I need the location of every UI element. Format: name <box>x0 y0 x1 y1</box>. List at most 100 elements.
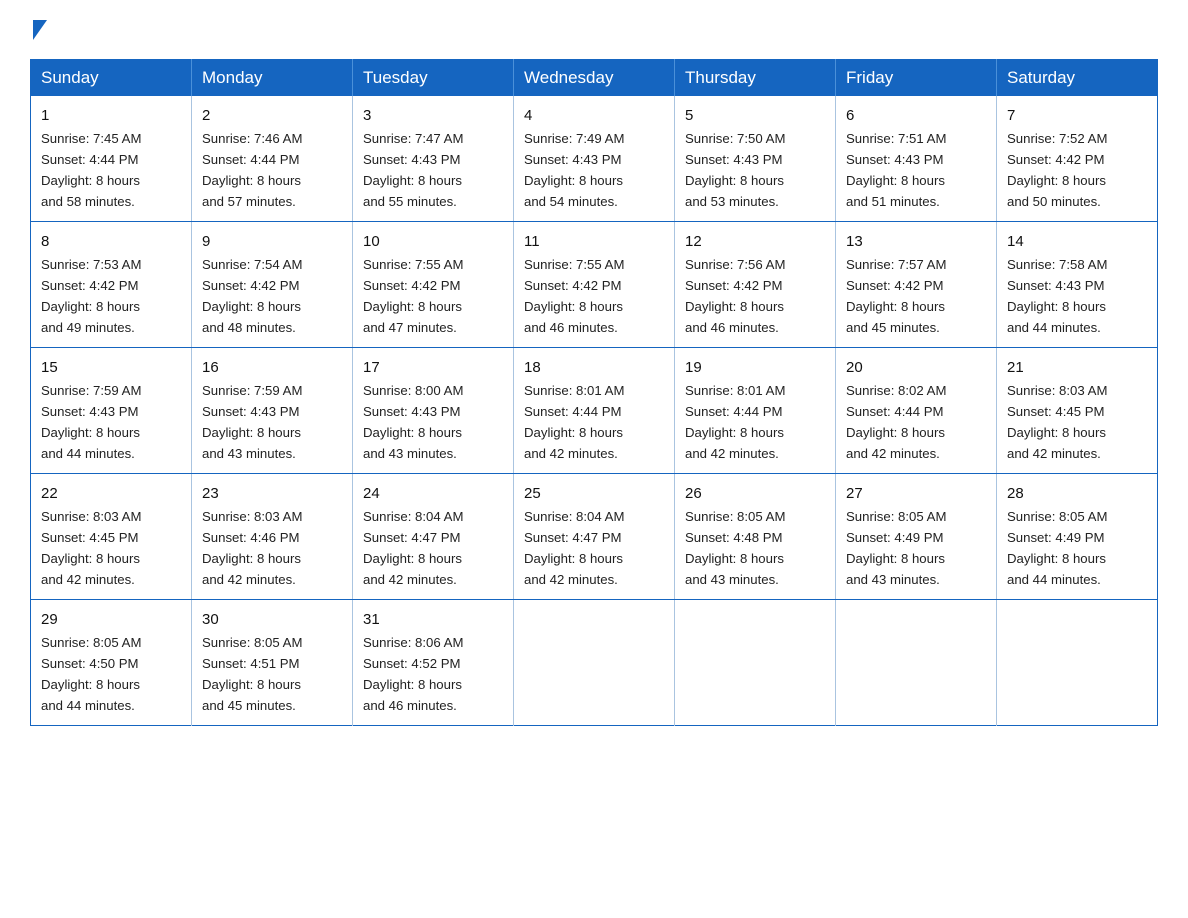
calendar-cell: 29Sunrise: 8:05 AMSunset: 4:50 PMDayligh… <box>31 599 192 725</box>
day-info: Sunrise: 7:46 AMSunset: 4:44 PMDaylight:… <box>202 131 302 209</box>
day-number: 12 <box>685 230 825 253</box>
day-number: 24 <box>363 482 503 505</box>
day-number: 13 <box>846 230 986 253</box>
calendar-cell: 26Sunrise: 8:05 AMSunset: 4:48 PMDayligh… <box>675 473 836 599</box>
day-info: Sunrise: 8:01 AMSunset: 4:44 PMDaylight:… <box>685 383 785 461</box>
day-info: Sunrise: 7:57 AMSunset: 4:42 PMDaylight:… <box>846 257 946 335</box>
calendar-cell: 18 Sunrise: 8:01 AMSunset: 4:44 PMDayligh… <box>514 347 675 473</box>
logo <box>30 20 47 41</box>
day-info: Sunrise: 8:05 AMSunset: 4:51 PMDaylight:… <box>202 635 302 713</box>
day-number: 2 <box>202 104 342 127</box>
calendar-cell <box>514 599 675 725</box>
calendar-cell: 7 Sunrise: 7:52 AMSunset: 4:42 PMDaylight… <box>997 96 1158 221</box>
calendar-cell: 10 Sunrise: 7:55 AMSunset: 4:42 PMDayligh… <box>353 221 514 347</box>
calendar-cell: 4 Sunrise: 7:49 AMSunset: 4:43 PMDaylight… <box>514 96 675 221</box>
weekday-header-monday: Monday <box>192 60 353 97</box>
day-number: 30 <box>202 608 342 631</box>
calendar-cell: 17 Sunrise: 8:00 AMSunset: 4:43 PMDayligh… <box>353 347 514 473</box>
day-number: 23 <box>202 482 342 505</box>
calendar-week-row: 29Sunrise: 8:05 AMSunset: 4:50 PMDayligh… <box>31 599 1158 725</box>
day-number: 3 <box>363 104 503 127</box>
day-number: 5 <box>685 104 825 127</box>
calendar-cell: 31 Sunrise: 8:06 AMSunset: 4:52 PMDayligh… <box>353 599 514 725</box>
calendar-cell: 21 Sunrise: 8:03 AMSunset: 4:45 PMDayligh… <box>997 347 1158 473</box>
day-info: Sunrise: 8:05 AMSunset: 4:49 PMDaylight:… <box>1007 509 1107 587</box>
day-number: 15 <box>41 356 181 379</box>
day-number: 19 <box>685 356 825 379</box>
day-number: 1 <box>41 104 181 127</box>
day-number: 16 <box>202 356 342 379</box>
day-info: Sunrise: 8:03 AMSunset: 4:45 PMDaylight:… <box>1007 383 1107 461</box>
day-number: 21 <box>1007 356 1147 379</box>
calendar-cell: 6 Sunrise: 7:51 AMSunset: 4:43 PMDaylight… <box>836 96 997 221</box>
calendar-cell: 24 Sunrise: 8:04 AMSunset: 4:47 PMDayligh… <box>353 473 514 599</box>
day-info: Sunrise: 8:03 AMSunset: 4:46 PMDaylight:… <box>202 509 302 587</box>
day-info: Sunrise: 7:59 AMSunset: 4:43 PMDaylight:… <box>202 383 302 461</box>
calendar-cell: 14 Sunrise: 7:58 AMSunset: 4:43 PMDayligh… <box>997 221 1158 347</box>
calendar-cell: 23 Sunrise: 8:03 AMSunset: 4:46 PMDayligh… <box>192 473 353 599</box>
day-info: Sunrise: 8:04 AMSunset: 4:47 PMDaylight:… <box>363 509 463 587</box>
day-number: 31 <box>363 608 503 631</box>
day-number: 6 <box>846 104 986 127</box>
calendar-cell: 12Sunrise: 7:56 AMSunset: 4:42 PMDayligh… <box>675 221 836 347</box>
day-number: 8 <box>41 230 181 253</box>
day-number: 17 <box>363 356 503 379</box>
page-header <box>30 20 1158 41</box>
day-info: Sunrise: 8:03 AMSunset: 4:45 PMDaylight:… <box>41 509 141 587</box>
weekday-header-friday: Friday <box>836 60 997 97</box>
calendar-cell <box>675 599 836 725</box>
day-info: Sunrise: 7:59 AMSunset: 4:43 PMDaylight:… <box>41 383 141 461</box>
day-info: Sunrise: 8:02 AMSunset: 4:44 PMDaylight:… <box>846 383 946 461</box>
day-info: Sunrise: 8:01 AMSunset: 4:44 PMDaylight:… <box>524 383 624 461</box>
day-info: Sunrise: 7:58 AMSunset: 4:43 PMDaylight:… <box>1007 257 1107 335</box>
calendar-cell: 8 Sunrise: 7:53 AMSunset: 4:42 PMDaylight… <box>31 221 192 347</box>
calendar-cell: 2 Sunrise: 7:46 AMSunset: 4:44 PMDaylight… <box>192 96 353 221</box>
weekday-header-wednesday: Wednesday <box>514 60 675 97</box>
day-info: Sunrise: 7:52 AMSunset: 4:42 PMDaylight:… <box>1007 131 1107 209</box>
calendar-cell: 19 Sunrise: 8:01 AMSunset: 4:44 PMDayligh… <box>675 347 836 473</box>
day-number: 4 <box>524 104 664 127</box>
day-info: Sunrise: 7:53 AMSunset: 4:42 PMDaylight:… <box>41 257 141 335</box>
day-number: 18 <box>524 356 664 379</box>
calendar-cell: 5 Sunrise: 7:50 AMSunset: 4:43 PMDaylight… <box>675 96 836 221</box>
day-number: 10 <box>363 230 503 253</box>
calendar-cell: 16 Sunrise: 7:59 AMSunset: 4:43 PMDayligh… <box>192 347 353 473</box>
calendar-cell: 3Sunrise: 7:47 AMSunset: 4:43 PMDaylight… <box>353 96 514 221</box>
day-number: 22 <box>41 482 181 505</box>
weekday-header-saturday: Saturday <box>997 60 1158 97</box>
day-info: Sunrise: 7:55 AMSunset: 4:42 PMDaylight:… <box>363 257 463 335</box>
calendar-week-row: 15 Sunrise: 7:59 AMSunset: 4:43 PMDayligh… <box>31 347 1158 473</box>
calendar-cell: 11 Sunrise: 7:55 AMSunset: 4:42 PMDayligh… <box>514 221 675 347</box>
day-number: 27 <box>846 482 986 505</box>
day-info: Sunrise: 7:50 AMSunset: 4:43 PMDaylight:… <box>685 131 785 209</box>
day-number: 7 <box>1007 104 1147 127</box>
calendar-cell: 1 Sunrise: 7:45 AMSunset: 4:44 PMDaylight… <box>31 96 192 221</box>
day-info: Sunrise: 8:04 AMSunset: 4:47 PMDaylight:… <box>524 509 624 587</box>
logo-chevron-icon <box>33 20 47 40</box>
calendar-week-row: 1 Sunrise: 7:45 AMSunset: 4:44 PMDaylight… <box>31 96 1158 221</box>
weekday-header-thursday: Thursday <box>675 60 836 97</box>
calendar-cell <box>836 599 997 725</box>
calendar-cell: 20 Sunrise: 8:02 AMSunset: 4:44 PMDayligh… <box>836 347 997 473</box>
day-info: Sunrise: 8:06 AMSunset: 4:52 PMDaylight:… <box>363 635 463 713</box>
calendar-cell: 25 Sunrise: 8:04 AMSunset: 4:47 PMDayligh… <box>514 473 675 599</box>
day-info: Sunrise: 7:45 AMSunset: 4:44 PMDaylight:… <box>41 131 141 209</box>
day-number: 11 <box>524 230 664 253</box>
calendar-cell: 30 Sunrise: 8:05 AMSunset: 4:51 PMDayligh… <box>192 599 353 725</box>
day-info: Sunrise: 7:51 AMSunset: 4:43 PMDaylight:… <box>846 131 946 209</box>
weekday-header-sunday: Sunday <box>31 60 192 97</box>
day-info: Sunrise: 7:55 AMSunset: 4:42 PMDaylight:… <box>524 257 624 335</box>
day-info: Sunrise: 7:49 AMSunset: 4:43 PMDaylight:… <box>524 131 624 209</box>
calendar-week-row: 22 Sunrise: 8:03 AMSunset: 4:45 PMDayligh… <box>31 473 1158 599</box>
day-info: Sunrise: 7:54 AMSunset: 4:42 PMDaylight:… <box>202 257 302 335</box>
day-info: Sunrise: 8:05 AMSunset: 4:48 PMDaylight:… <box>685 509 785 587</box>
calendar-cell: 22 Sunrise: 8:03 AMSunset: 4:45 PMDayligh… <box>31 473 192 599</box>
day-number: 25 <box>524 482 664 505</box>
day-number: 29 <box>41 608 181 631</box>
day-info: Sunrise: 8:00 AMSunset: 4:43 PMDaylight:… <box>363 383 463 461</box>
calendar-cell: 28Sunrise: 8:05 AMSunset: 4:49 PMDayligh… <box>997 473 1158 599</box>
day-number: 20 <box>846 356 986 379</box>
calendar-table: SundayMondayTuesdayWednesdayThursdayFrid… <box>30 59 1158 726</box>
calendar-cell: 13 Sunrise: 7:57 AMSunset: 4:42 PMDayligh… <box>836 221 997 347</box>
day-number: 14 <box>1007 230 1147 253</box>
